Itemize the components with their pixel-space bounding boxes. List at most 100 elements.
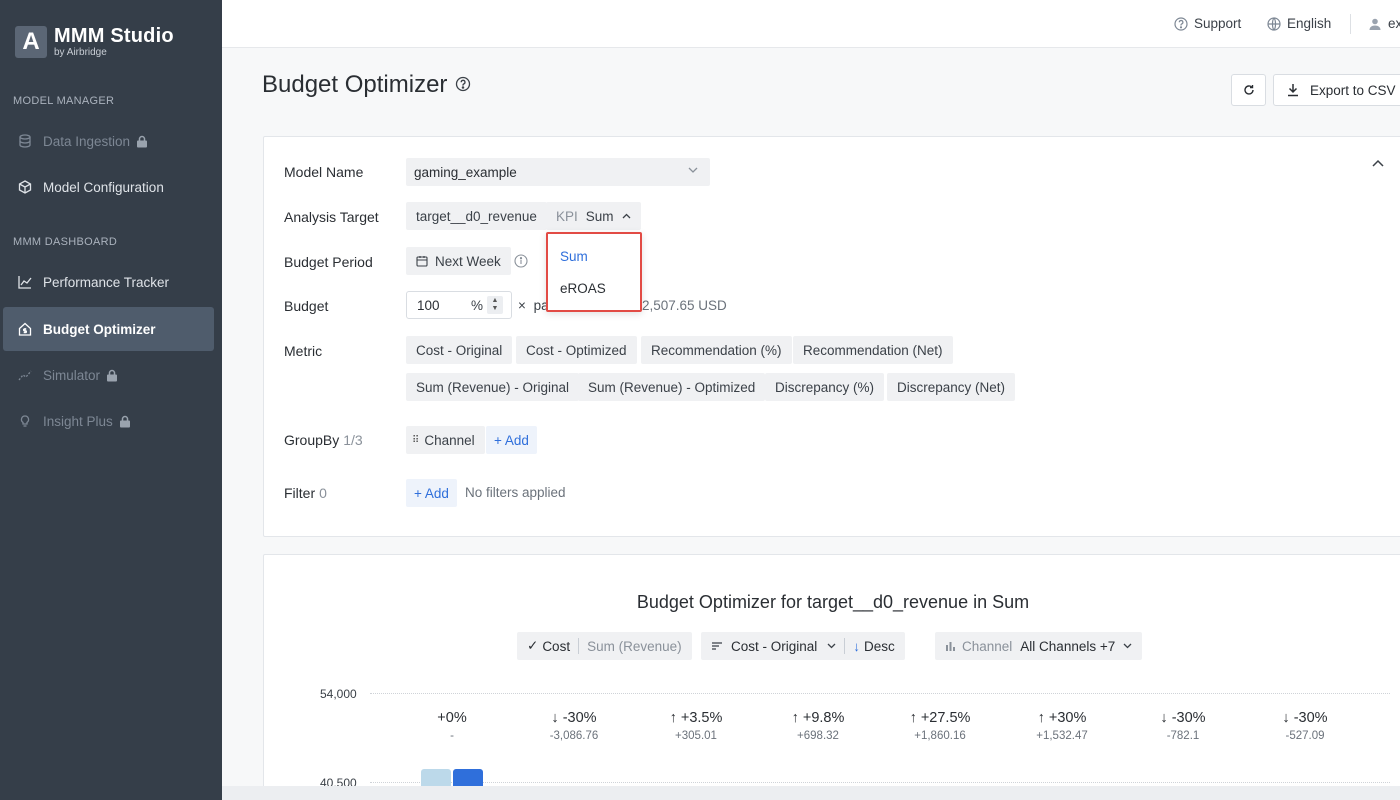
metric-chip[interactable]: Discrepancy (Net) xyxy=(887,373,1016,401)
info-icon[interactable] xyxy=(514,254,528,273)
change-value: +305.01 xyxy=(675,730,717,742)
sort-field-value: Cost - Original xyxy=(731,638,818,654)
sidebar-item-label: Model Configuration xyxy=(43,179,164,195)
sidebar-item-data-ingestion[interactable]: Data Ingestion xyxy=(3,119,214,163)
filter-add-button[interactable]: + Add xyxy=(406,479,457,507)
budget-period-select[interactable]: Next Week xyxy=(406,247,511,275)
change-percent: ↑ +3.5% xyxy=(669,710,723,726)
metric-chip[interactable]: Cost - Optimized xyxy=(516,336,637,364)
horizontal-scrollbar[interactable] xyxy=(222,786,1400,800)
chart-card xyxy=(263,554,1400,800)
channel-filter-select[interactable]: Channel All Channels +7 xyxy=(935,632,1143,660)
kpi-value: Sum xyxy=(585,208,614,224)
lock-icon xyxy=(119,415,131,428)
bar-chart-icon xyxy=(946,642,955,651)
change-value: - xyxy=(450,730,454,742)
change-annotation: ↓ -30% -527.09 xyxy=(1250,710,1360,742)
sort-divider xyxy=(844,638,846,654)
grid-line xyxy=(370,782,1390,783)
sidebar-item-model-configuration[interactable]: Model Configuration xyxy=(3,165,214,209)
sort-lines-icon xyxy=(712,642,722,650)
page-title: Budget Optimizer xyxy=(262,71,471,99)
budget-input[interactable]: 100 % ▲ ▼ xyxy=(406,291,512,319)
kpi-option-sum[interactable]: Sum xyxy=(560,249,588,264)
change-value: -3,086.76 xyxy=(549,730,599,742)
change-annotation: +0% - xyxy=(397,710,507,742)
export-csv-button[interactable]: Export to CSV xyxy=(1273,74,1400,106)
analysis-target-label: Analysis Target xyxy=(284,209,379,225)
sidebar: A MMM Studio by Airbridge MODEL MANAGER … xyxy=(0,0,222,800)
sidebar-item-label: Simulator xyxy=(43,367,101,383)
budget-unit: % xyxy=(471,297,484,313)
topbar-divider xyxy=(1350,14,1351,34)
house-dollar-icon xyxy=(17,321,33,337)
sidebar-item-label: Budget Optimizer xyxy=(43,321,156,337)
help-circle-icon[interactable] xyxy=(455,71,471,99)
budget-period-label: Budget Period xyxy=(284,254,373,270)
section-model-manager: MODEL MANAGER xyxy=(13,95,115,107)
sidebar-item-label: Insight Plus xyxy=(43,413,113,429)
model-name-label: Model Name xyxy=(284,164,364,180)
sidebar-item-insight-plus[interactable]: Insight Plus xyxy=(3,399,214,443)
chart-title: Budget Optimizer for target__d0_revenue … xyxy=(636,592,1030,612)
sidebar-item-performance-tracker[interactable]: Performance Tracker xyxy=(3,260,214,304)
collapse-chevron-icon[interactable] xyxy=(1372,154,1384,172)
groupby-add-button[interactable]: + Add xyxy=(486,426,537,454)
sidebar-item-simulator[interactable]: Simulator xyxy=(3,353,214,397)
logo-mark: A xyxy=(15,26,47,58)
change-value: -527.09 xyxy=(1285,730,1325,742)
help-circle-icon xyxy=(1174,16,1188,31)
analysis-target-chip[interactable]: target__d0_revenue xyxy=(406,202,547,230)
change-percent: +0% xyxy=(437,710,467,726)
kpi-option-eroas[interactable]: eROAS xyxy=(560,281,606,296)
filter-count: 0 xyxy=(319,485,327,501)
logo-subtitle: by Airbridge xyxy=(54,47,107,58)
metric-chip[interactable]: Recommendation (Net) xyxy=(793,336,953,364)
logo-title: MMM Studio xyxy=(54,25,174,47)
budget-input-value: 100 xyxy=(417,297,440,313)
metric-chip[interactable]: Cost - Original xyxy=(406,336,513,364)
change-percent: ↓ -30% xyxy=(1282,710,1328,726)
drag-handle-icon[interactable]: ⠿ xyxy=(412,435,419,446)
top-bar: Support English ex xyxy=(222,0,1400,48)
groupby-count: 1/3 xyxy=(343,432,363,448)
groupby-chip-channel[interactable]: ⠿ Channel xyxy=(406,426,485,454)
filter-label-text: Filter xyxy=(284,485,316,501)
kpi-select[interactable]: KPI Sum xyxy=(546,202,641,230)
change-annotation: ↓ -30% -3,086.76 xyxy=(519,710,629,742)
download-icon xyxy=(1288,84,1298,97)
lock-icon xyxy=(106,369,118,382)
chevron-down-icon xyxy=(688,167,698,173)
toggle-sum-revenue[interactable]: Sum (Revenue) xyxy=(587,639,682,654)
metric-chip[interactable]: Sum (Revenue) - Optimized xyxy=(578,373,766,401)
metric-chip[interactable]: Discrepancy (%) xyxy=(765,373,885,401)
channel-value: All Channels +7 xyxy=(1020,638,1116,654)
support-link[interactable]: Support xyxy=(1174,16,1241,31)
budget-stepper[interactable]: ▲ ▼ xyxy=(487,296,503,314)
chevron-down-icon xyxy=(827,643,836,649)
sidebar-item-budget-optimizer[interactable]: Budget Optimizer xyxy=(3,307,214,351)
page-title-text: Budget Optimizer xyxy=(262,71,448,98)
arrow-down-icon: ↓ xyxy=(853,638,861,654)
change-percent: ↑ +30% xyxy=(1037,710,1087,726)
budget-usd-total: 2,507.65 USD xyxy=(642,298,727,313)
metric-label: Metric xyxy=(284,343,323,359)
model-name-value: gaming_example xyxy=(414,164,517,180)
database-icon xyxy=(17,133,33,149)
metric-toggle[interactable]: ✓ Cost Sum (Revenue) xyxy=(517,632,692,660)
y-tick-label: 54,000 xyxy=(320,687,357,701)
metric-chip[interactable]: Sum (Revenue) - Original xyxy=(406,373,580,401)
model-name-select[interactable]: gaming_example xyxy=(406,158,710,186)
support-label: Support xyxy=(1194,16,1242,31)
sort-direction[interactable]: Desc xyxy=(864,639,895,654)
sort-field-select[interactable]: Cost - Original ↓ Desc xyxy=(701,632,905,660)
toggle-cost[interactable]: Cost xyxy=(542,639,570,654)
language-selector[interactable]: English xyxy=(1267,16,1331,31)
change-annotation: ↓ -30% -782.1 xyxy=(1128,710,1238,742)
user-menu[interactable]: ex xyxy=(1368,16,1400,31)
kpi-dropdown-menu: Sum eROAS xyxy=(546,232,642,312)
metric-chip[interactable]: Recommendation (%) xyxy=(641,336,792,364)
app-logo[interactable]: A MMM Studio by Airbridge xyxy=(15,26,174,58)
user-icon xyxy=(1369,18,1381,30)
refresh-button[interactable] xyxy=(1231,74,1266,106)
